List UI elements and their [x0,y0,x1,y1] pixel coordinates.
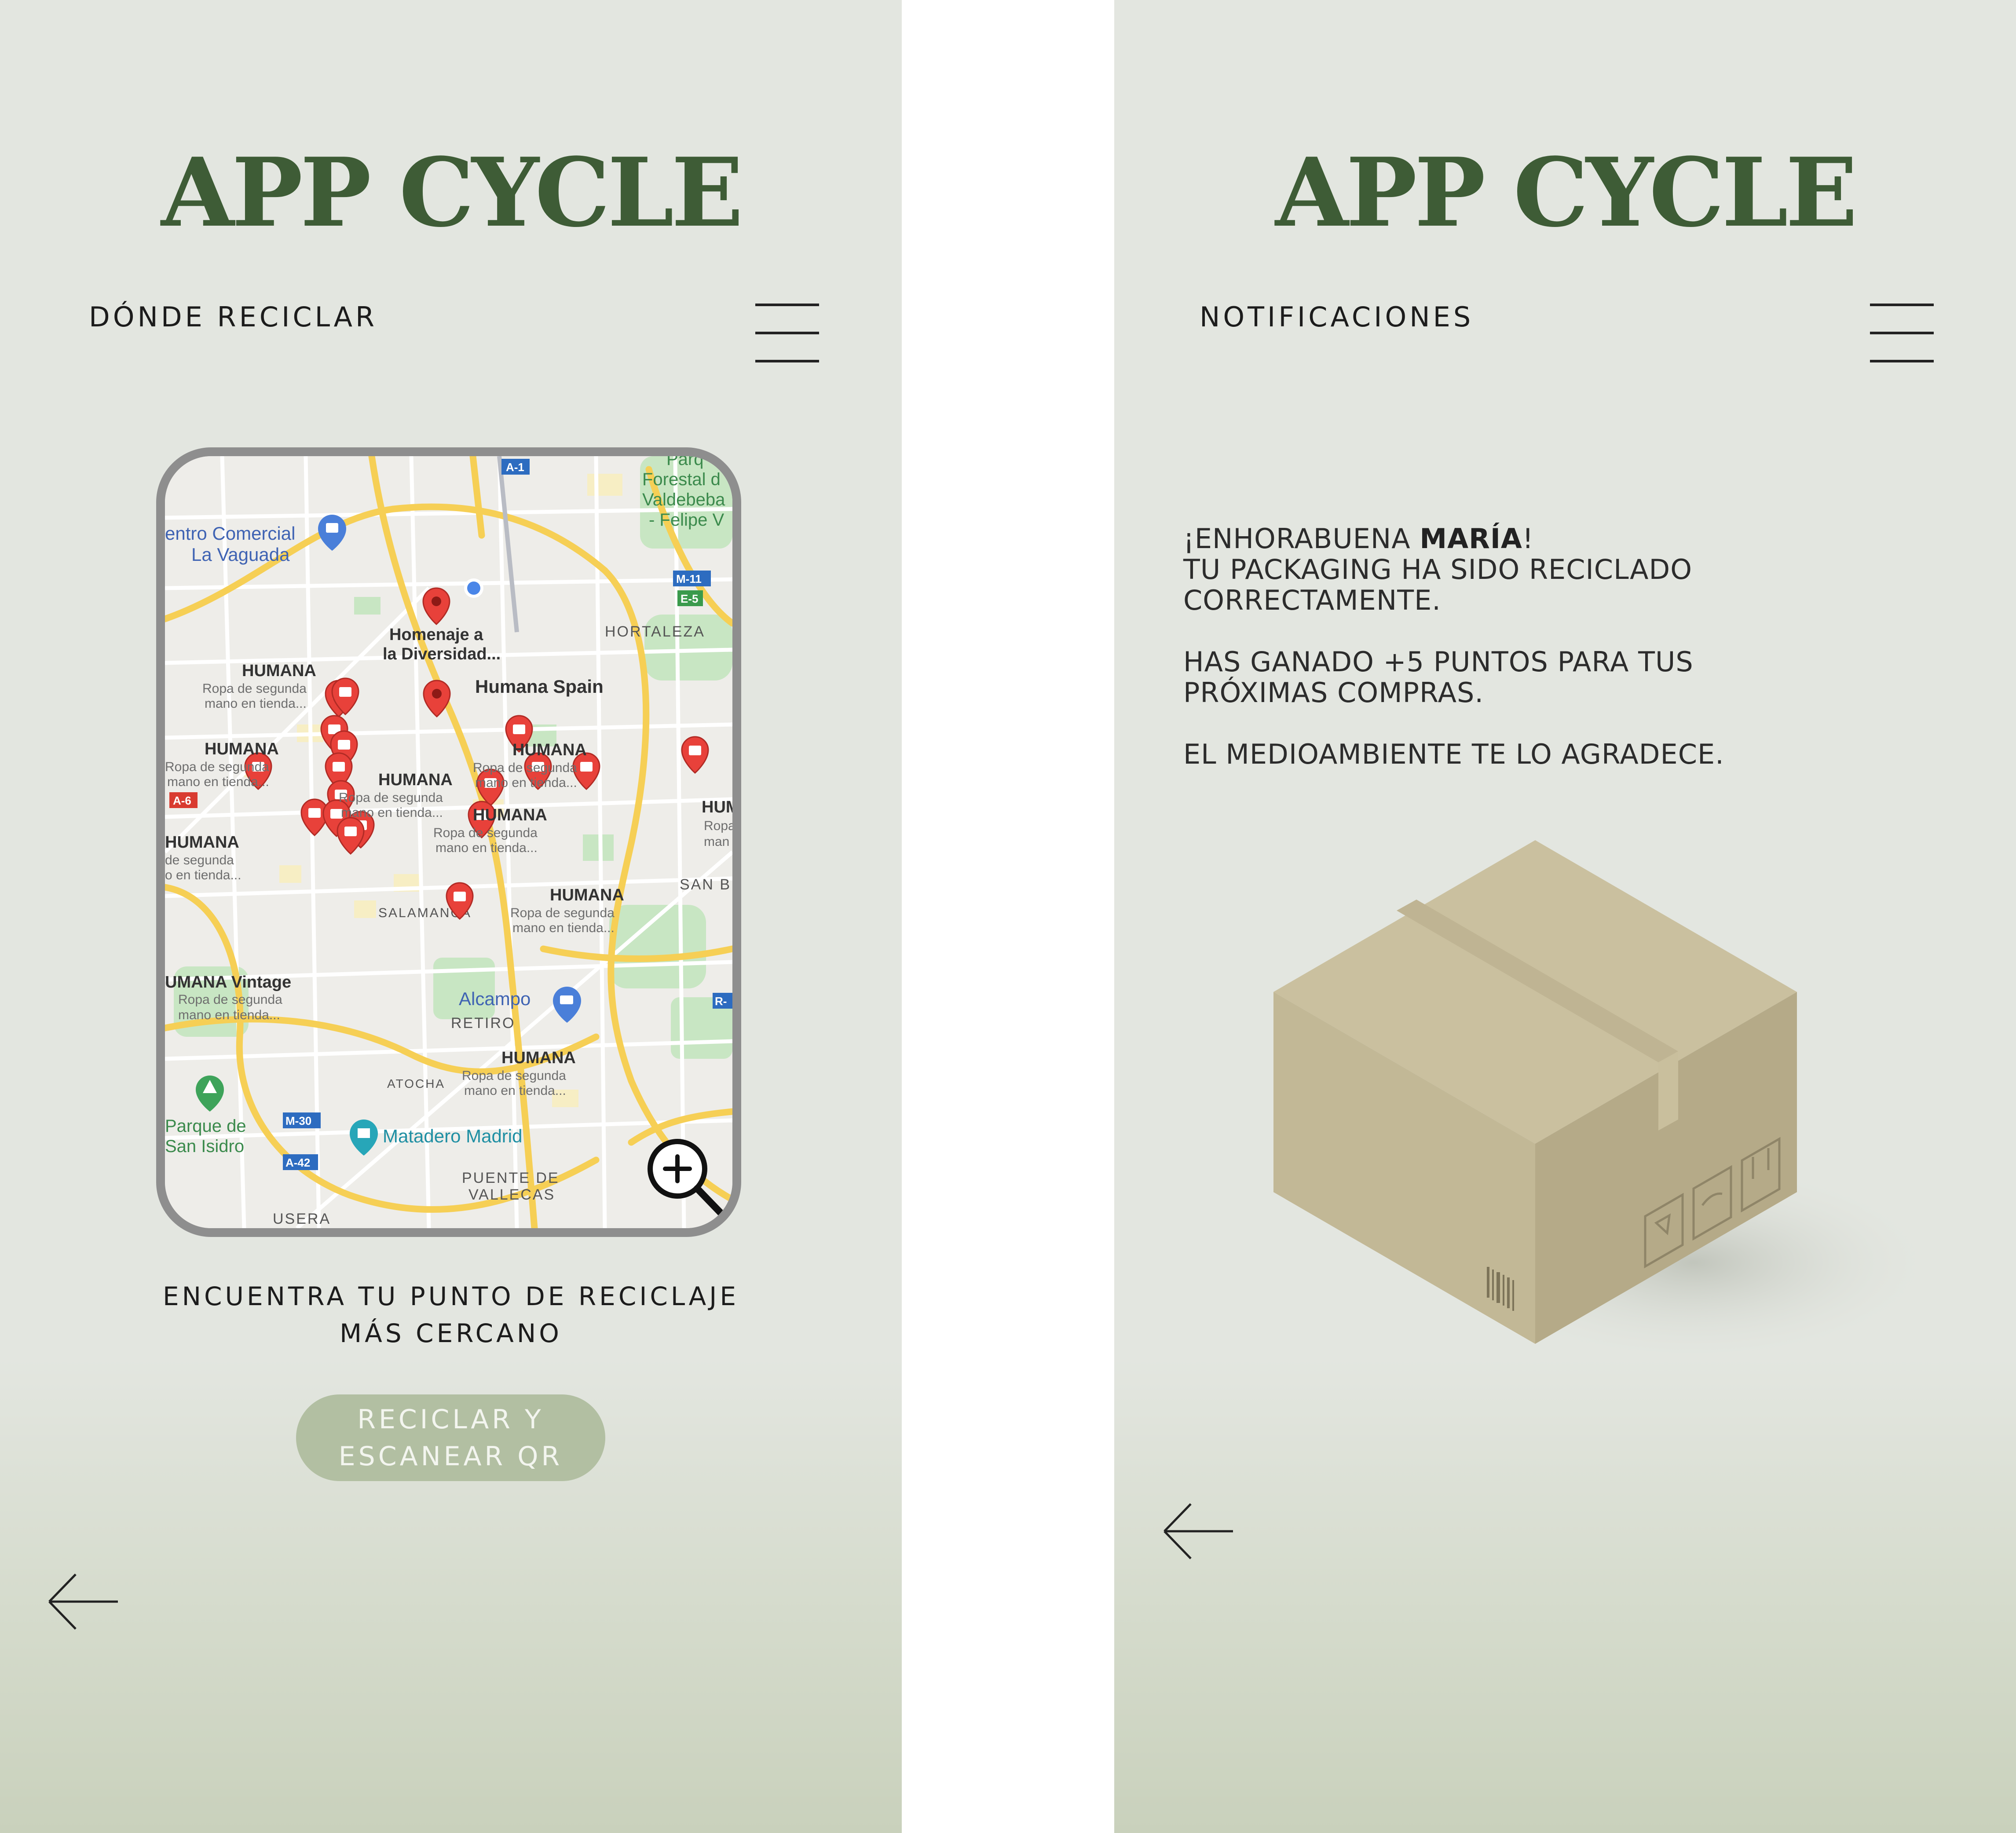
user-name: MARÍA [1420,523,1522,555]
store-description: Ropa de segunda [510,906,615,920]
road-badge-e5: E-5 [681,592,698,605]
store-description: mano en tienda... [178,1008,280,1022]
recycled-line-1: TU PACKAGING HA SIDO RECICLADO [1183,553,1693,585]
map-caption: ENCUENTRA TU PUNTO DE RECICLAJE MÁS CERC… [0,1278,902,1352]
map-label-san-b: SAN B [680,876,731,893]
congrats-line: ¡ENHORABUENA MARÍA! [1183,523,1799,554]
back-arrow-icon[interactable] [1163,1502,1234,1560]
map-label-parque-2: Forestal d [642,470,721,489]
store-description: mano en tienda... [341,805,443,820]
page-title: NOTIFICACIONES [1200,301,1474,333]
map-label-la-vaguada: La Vaguada [191,544,290,565]
store-name: HUMANA [512,741,587,759]
store-description: mano en tienda... [205,696,307,711]
store-description: Ropa de segunda [339,790,443,805]
store-name: HUMANA [501,1049,576,1067]
notification-message: ¡ENHORABUENA MARÍA! TU PACKAGING HA SIDO… [1183,523,1799,801]
road-badge-r: R- [715,995,727,1008]
back-arrow-icon[interactable] [48,1573,119,1631]
map-label-humana-spain: Humana Spain [475,676,604,697]
road-badge-a1: A-1 [506,461,524,474]
map-label-atocha: ATOCHA [387,1077,445,1090]
store-name: HUMANA [473,806,547,824]
map-label-matadero: Matadero Madrid [383,1126,522,1146]
map-label-homenaje-1: Homenaje a [389,626,483,644]
app-logo: APP CYCLE [1275,137,1858,248]
store-name: HUMANA [550,886,624,904]
scan-button-line-2: ESCANEAR QR [338,1441,563,1472]
map-label-parque-1: Parq [666,456,704,469]
cardboard-box-illustration [1273,840,1940,1364]
map-label-retiro: RETIRO [451,1015,515,1032]
app-logo: APP CYCLE [161,137,743,248]
store-description: mano en tienda... [435,841,538,855]
hamburger-menu-icon[interactable] [1870,304,1934,363]
caption-line-1: ENCUENTRA TU PUNTO DE RECICLAJE [162,1281,739,1311]
greeting-prefix: ¡ENHORABUENA [1183,523,1420,555]
store-name: HUMANA [165,833,239,852]
map-label-homenaje-2: la Diversidad... [383,645,501,663]
map-label-usera: USERA [273,1211,331,1227]
road-badge-a6: A-6 [173,794,191,807]
road-badge-m11: M-11 [676,572,702,585]
store-description: mano en tienda... [464,1083,566,1098]
map-label-ropa-partial: Ropa [704,819,732,833]
map-label-parque-3: Valdebeba [642,490,725,509]
greeting-suffix: ! [1522,523,1534,555]
map-label-hortaleza: HORTALEZA [605,623,705,640]
where-to-recycle-screen: APP CYCLE DÓNDE RECICLAR A-1 M-11 E-5 A-… [0,0,902,1833]
store-description: mano en tienda... [167,775,269,789]
map-label-puente-vallecas-1: PUENTE DE [462,1170,560,1186]
map-label-alcampo: Alcampo [459,988,531,1009]
store-description: Ropa de segunda [462,1068,566,1083]
store-description: Ropa de segunda [433,826,538,840]
hamburger-menu-icon[interactable] [755,304,819,363]
closing-paragraph: EL MEDIOAMBIENTE TE LO AGRADECE. [1183,739,1799,770]
caption-line-2: MÁS CERCANO [340,1318,562,1348]
store-label: HUMANAde segundao en tienda... [165,833,241,882]
recycled-line-2: CORRECTAMENTE. [1183,584,1441,616]
map-label-centro-comercial: entro Comercial [165,523,295,544]
map-label-parque-4: - Felipe V [649,510,724,530]
store-description: Ropa de segunda [165,760,269,774]
map-label-mano-partial: man [704,834,729,849]
scan-button-line-1: RECICLAR Y [357,1404,544,1435]
closing-line: EL MEDIOAMBIENTE TE LO AGRADECE. [1183,738,1724,770]
store-name: HUMANA [378,771,453,789]
recycle-scan-qr-button[interactable]: RECICLAR Y ESCANEAR QR [296,1394,605,1481]
map-label-humana-vintage: UMANA Vintage [165,973,291,992]
store-description: de segunda [165,853,234,867]
store-description: mano en tienda... [512,921,615,935]
points-paragraph: HAS GANADO +5 PUNTOS PARA TUS PRÓXIMAS C… [1183,647,1799,708]
store-name: HUMANA [242,662,316,680]
road-badge-a42: A-42 [285,1156,310,1169]
map-canvas[interactable]: A-1 M-11 E-5 A-6 M-30 A-42 R- entro Come… [165,456,732,1228]
store-name: HUMANA [205,740,279,758]
road-badge-m30: M-30 [285,1114,311,1127]
congrats-paragraph: ¡ENHORABUENA MARÍA! TU PACKAGING HA SIDO… [1183,523,1799,616]
store-description: mano en tienda... [475,776,577,790]
map-label-hum: HUM [702,798,732,816]
map-label-parque-san-isidro-2: San Isidro [165,1137,244,1156]
points-line-1: HAS GANADO +5 PUNTOS PARA TUS [1183,646,1694,678]
recycling-points-map[interactable]: A-1 M-11 E-5 A-6 M-30 A-42 R- entro Come… [156,447,741,1237]
store-description: o en tienda... [165,868,241,882]
map-label-parque-san-isidro-1: Parque de [165,1116,246,1136]
map-label-puente-vallecas-2: VALLECAS [468,1186,555,1203]
store-description: Ropa de segunda [178,992,282,1007]
page-title: DÓNDE RECICLAR [89,301,378,333]
points-line-2: PRÓXIMAS COMPRAS. [1183,677,1484,709]
store-description: Ropa de segunda [473,761,577,775]
store-description: Ropa de segunda [202,681,307,696]
